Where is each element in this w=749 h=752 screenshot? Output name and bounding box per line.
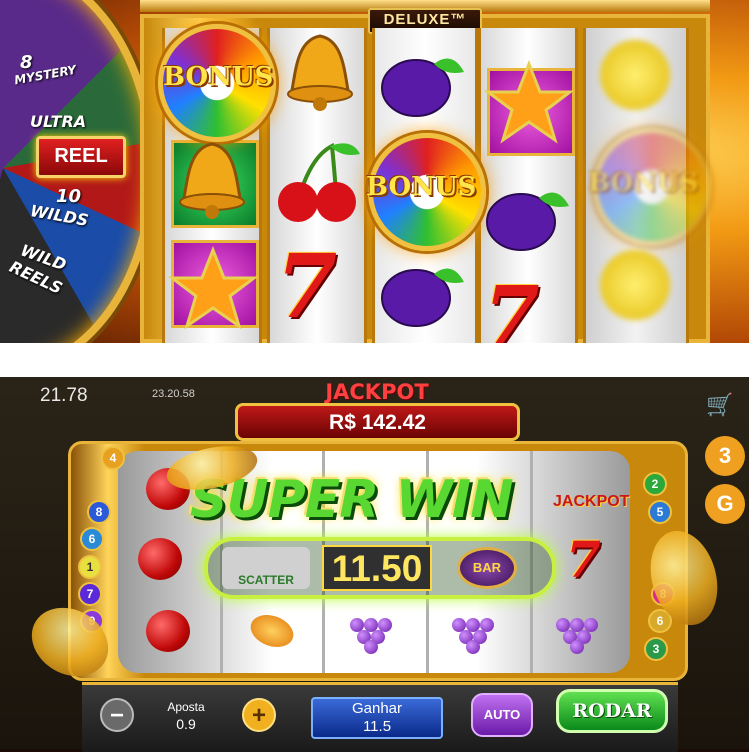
win-value: 11.5 (362, 718, 392, 735)
plum-icon (486, 192, 569, 251)
bar-symbol: BAR (457, 547, 517, 589)
status-clock: 23.20.58 (152, 388, 195, 400)
plum-icon (381, 58, 464, 117)
plum-icon (381, 268, 464, 327)
jackpot-amount: R$ 142.42 (235, 403, 520, 441)
bonus-label: BONUS (366, 172, 477, 202)
star-icon (168, 245, 258, 330)
payline-number: 1 (78, 555, 102, 579)
seven-symbol: 7 (566, 530, 601, 589)
auto-spin-button[interactable]: AUTO (471, 693, 533, 737)
decrease-bet-button[interactable]: − (100, 698, 134, 732)
wheel-segment-10: 10 (56, 186, 82, 207)
wheel-segment-reel: REEL (36, 136, 126, 178)
star-icon (484, 59, 574, 144)
bell-icon (287, 34, 353, 111)
bonus-label: BONUS (163, 62, 274, 92)
apple-icon (138, 538, 182, 580)
lemon-icon (600, 40, 670, 110)
top-slot-screenshot: 8 MYSTERY ULTRA REEL 10 WILDS WILD REELS… (0, 0, 749, 343)
bonus-label: BONUS (588, 168, 699, 198)
image-divider (0, 343, 749, 377)
grape-icon (346, 612, 398, 654)
cart-icon[interactable]: 🛒 (700, 392, 740, 426)
payline-number: 6 (80, 527, 104, 551)
side-button-3[interactable]: 3 (705, 436, 745, 476)
win-amount: 11.50 (322, 545, 432, 591)
payline-number: 4 (101, 446, 125, 470)
lemon-icon (600, 250, 670, 320)
spin-button[interactable]: RODAR (556, 689, 668, 733)
apple-icon (146, 610, 190, 652)
super-win-banner: SUPER WIN (190, 470, 514, 530)
increase-bet-button[interactable]: + (242, 698, 276, 732)
status-time: 21.78 (40, 385, 88, 406)
side-button-g[interactable]: G (705, 484, 745, 524)
bell-icon (179, 142, 245, 219)
seven-symbol: 7 (276, 234, 338, 338)
grape-icon (448, 612, 500, 654)
cherry-icon (278, 142, 360, 222)
win-label: Ganhar (351, 700, 403, 717)
payline-number: 8 (87, 500, 111, 524)
payline-number: 2 (643, 472, 667, 496)
payline-number: 3 (644, 637, 668, 661)
wheel-segment-ultra: ULTRA (30, 112, 87, 131)
bet-label: Aposta (167, 700, 205, 714)
payline-number: 5 (648, 500, 672, 524)
seven-symbol: 7 (484, 268, 540, 343)
bet-value: 0.9 (176, 716, 196, 732)
scatter-symbol: SCATTER (222, 547, 310, 589)
payline-number: 7 (78, 582, 102, 606)
grape-icon (552, 612, 604, 654)
jackpot-title: JACKPOT (325, 380, 429, 404)
